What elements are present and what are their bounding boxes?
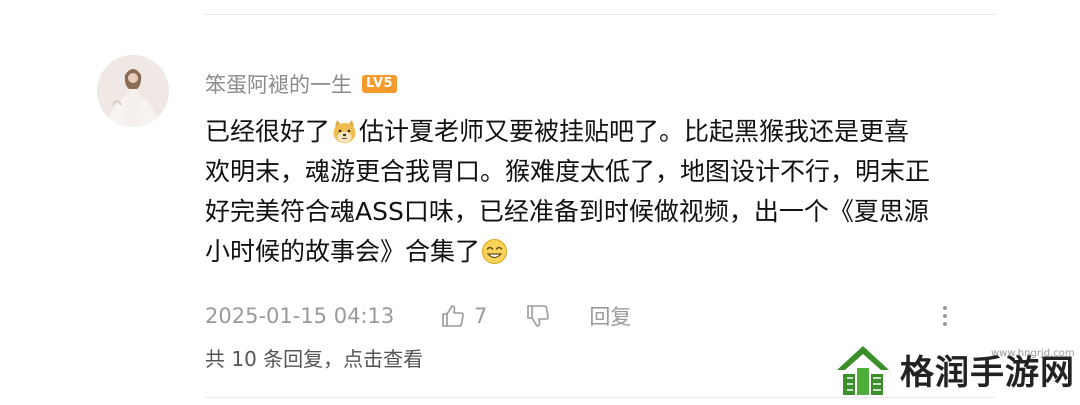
comment-text-segment: 已经很好了	[205, 117, 331, 146]
thumbs-down-icon	[525, 303, 551, 329]
like-count: 7	[474, 304, 488, 328]
dislike-button[interactable]	[525, 303, 551, 329]
level-badge: LV5	[362, 75, 398, 93]
reply-button[interactable]: 回复	[589, 301, 631, 331]
avatar[interactable]	[97, 55, 169, 127]
more-dot	[943, 314, 947, 318]
comment-line-3: 好完美符合魂ASS口味，已经准备到时候做视频，出一个《夏思源	[205, 197, 929, 226]
comment-line-1: 已经很好了 估计夏老师又要被挂贴吧了。比起黑猴我还是更喜	[205, 112, 995, 152]
watermark-url: www.hngrjd.com	[991, 348, 1075, 359]
smile-emoji-icon	[481, 238, 508, 265]
comment-header: 笨蛋阿褪的一生 LV5	[205, 69, 398, 99]
username[interactable]: 笨蛋阿褪的一生	[205, 69, 352, 99]
timestamp: 2025-01-15 04:13	[205, 304, 395, 328]
comment-line-2: 欢明末，魂游更合我胃口。猴难度太低了，地图设计不行，明末正	[205, 157, 931, 186]
comment-text: 已经很好了 估计夏老师又要被挂贴吧了。比起黑猴我还是更喜 欢明末，魂游更合我胃口…	[205, 112, 995, 272]
top-divider	[205, 14, 995, 15]
like-button[interactable]: 7	[440, 303, 487, 329]
watermark-logo-icon	[837, 346, 889, 395]
comment-line-4: 小时候的故事会》合集了	[205, 232, 995, 272]
comment-meta: 2025-01-15 04:13 7 回复	[205, 300, 955, 332]
more-dot	[943, 322, 947, 326]
more-options-icon[interactable]	[935, 303, 955, 329]
comment-text-segment: 估计夏老师又要被挂贴吧了。比起黑猴我还是更喜	[359, 117, 910, 146]
view-replies-link[interactable]: 共 10 条回复，点击查看	[205, 343, 423, 372]
site-watermark: 格润手游网 www.hngrjd.com	[833, 340, 1075, 400]
more-dot	[943, 306, 947, 310]
comment-text-segment: 小时候的故事会》合集了	[205, 237, 481, 266]
thumbs-up-icon	[440, 303, 466, 329]
doge-emoji-icon	[331, 118, 358, 145]
